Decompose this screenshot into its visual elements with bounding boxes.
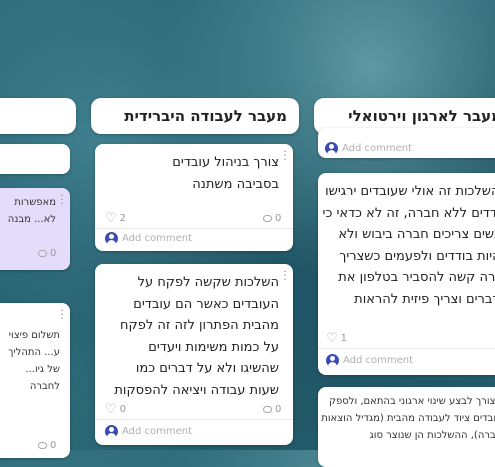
divider — [318, 348, 495, 349]
heart-icon: ♡ — [326, 331, 338, 346]
like-button[interactable]: ♡ 0 — [105, 402, 126, 417]
like-button[interactable]: ♡ 2 — [105, 211, 126, 226]
post-card[interactable]: יש צורך לבצע שינוי ארגוני בהתאם, ולספק ל… — [318, 387, 495, 467]
comment-count-button[interactable]: 0 — [38, 248, 56, 259]
heart-icon: ♡ — [105, 211, 117, 226]
kebab-menu-icon[interactable]: · · · — [283, 146, 287, 165]
comment-count-button[interactable]: 0 — [263, 404, 281, 415]
add-comment-input[interactable]: Add comment — [342, 143, 412, 154]
column-title: מעבר לעבודה היברידית — [124, 107, 287, 125]
add-comment-input[interactable]: Add comment — [122, 233, 192, 244]
post-text: השלכות שקשה לפקח על העובדים כאשר הם עובד… — [114, 275, 279, 398]
like-button[interactable]: ♡ 1 — [326, 331, 347, 346]
comment-icon — [38, 442, 47, 449]
column-header-hybrid-work[interactable]: מעבר לעבודה היברידית — [91, 98, 299, 134]
comment-count: 0 — [50, 248, 57, 259]
post-card[interactable]: · · · תשלום פיצוי ע... התהליך של גיו... לח… — [0, 303, 70, 458]
post-card[interactable]: · · · צורך בניהול עובדים בסביבה משתנה ♡ 2 … — [95, 144, 293, 251]
comment-count: 0 — [275, 404, 282, 415]
post-text: צורך בניהול עובדים בסביבה משתנה — [172, 155, 279, 192]
post-text: ההשלכות זה אולי שעובדים ירגישו בודדים לל… — [322, 184, 495, 307]
kebab-menu-icon[interactable]: · · · — [60, 190, 64, 209]
post-text: מאפשרות לא... מבנה ארגוני... — [7, 197, 56, 225]
add-comment-input[interactable]: Add comment — [343, 355, 413, 366]
divider — [95, 419, 293, 420]
heart-icon: ♡ — [105, 402, 117, 417]
avatar-icon — [325, 142, 338, 155]
comment-icon — [38, 250, 47, 257]
comment-icon — [263, 215, 272, 222]
post-card-partial[interactable]: Add comment — [318, 128, 495, 158]
comment-count-button[interactable]: 0 — [263, 213, 281, 224]
divider — [95, 228, 293, 229]
like-count: 2 — [119, 213, 127, 224]
post-card[interactable]: · · · השלכות שקשה לפקח על העובדים כאשר הם … — [95, 264, 293, 445]
like-count: 1 — [340, 333, 348, 344]
post-card-partial[interactable] — [0, 144, 70, 174]
add-comment-input[interactable]: Add comment — [122, 426, 192, 437]
post-text: תשלום פיצוי ע... התהליך של גיו... לחברה … — [8, 330, 60, 399]
kebab-menu-icon[interactable]: · · · — [60, 305, 64, 324]
comment-count: 0 — [50, 440, 57, 451]
post-card[interactable]: ההשלכות זה אולי שעובדים ירגישו בודדים לל… — [318, 173, 495, 375]
like-count: 0 — [119, 404, 127, 415]
avatar-icon — [105, 425, 118, 438]
column-title: מעבר לארגון וירטואלי — [348, 107, 495, 125]
comment-icon — [263, 406, 272, 413]
post-text: יש צורך לבצע שינוי ארגוני בהתאם, ולספק ל… — [321, 396, 495, 441]
comment-count: 0 — [275, 213, 282, 224]
post-card[interactable]: ··· מאפשרות לא... מבנה ארגוני... 0 — [0, 188, 70, 270]
comment-count-button[interactable]: 0 — [38, 440, 56, 451]
column-header-left-partial[interactable] — [0, 98, 76, 134]
avatar-icon — [326, 354, 339, 367]
avatar-icon — [105, 232, 118, 245]
kebab-menu-icon[interactable]: · · · — [283, 266, 287, 285]
